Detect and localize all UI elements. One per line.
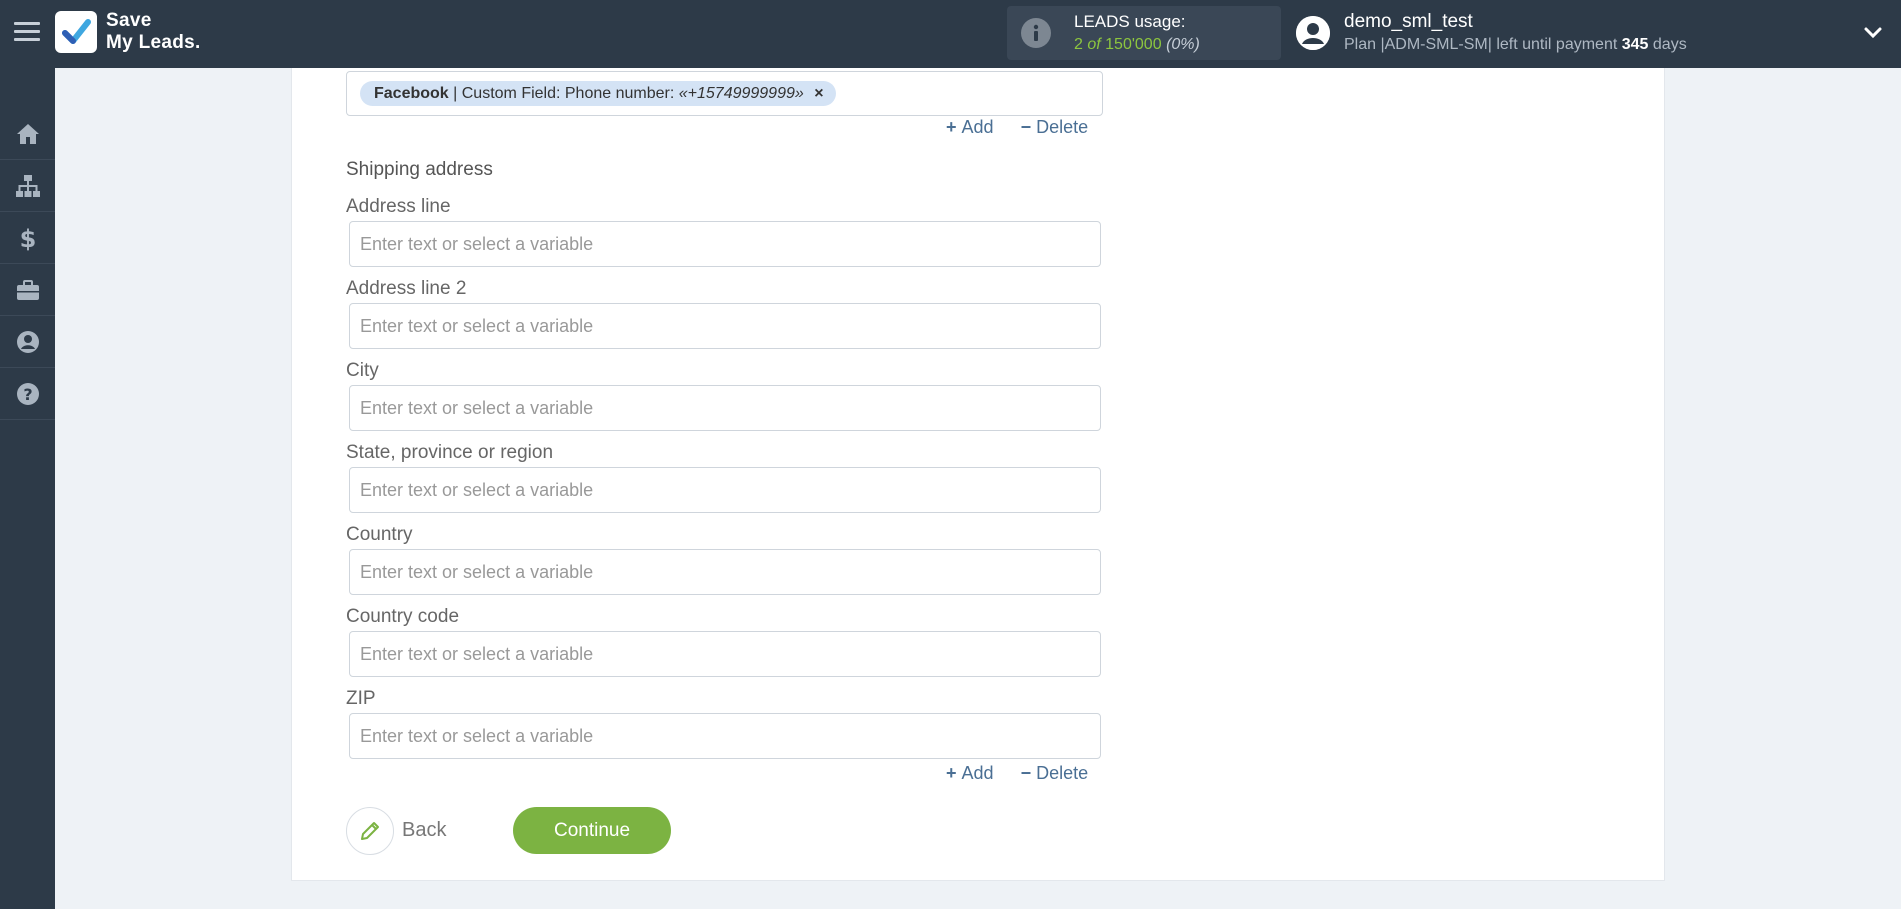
delete-button[interactable]: − Delete [1021,117,1089,137]
shipping-actions: + Add − Delete [946,763,1088,784]
address-line-2-input[interactable] [349,303,1101,349]
plan-prefix: Plan |ADM-SML-SM| left until payment [1344,36,1618,53]
user-name[interactable]: demo_sml_test [1344,11,1473,33]
help-icon: ? [16,382,39,405]
menu-icon[interactable] [14,22,40,44]
phone-field-actions: + Add − Delete [946,117,1088,138]
sidebar-item-projects[interactable] [0,264,55,316]
field-label-address-line: Address line [346,196,451,217]
add-button[interactable]: + Add [946,117,994,137]
usage-percent: (0%) [1166,36,1200,53]
city-input[interactable] [349,385,1101,431]
sidebar-item-home[interactable] [0,108,55,160]
tag-source: Facebook [374,85,449,102]
usage-of: of [1087,36,1101,53]
svg-text:?: ? [23,385,32,404]
plan-days: 345 [1621,36,1649,53]
sidebar-item-connections[interactable] [0,160,55,212]
plus-icon: + [946,117,957,137]
add-label: Add [961,763,994,783]
minus-icon: − [1020,117,1032,137]
add-label: Add [961,117,994,137]
add-button[interactable]: + Add [946,763,994,783]
state-input[interactable] [349,467,1101,513]
country-input[interactable] [349,549,1101,595]
address-line-input[interactable] [349,221,1101,267]
usage-total: 150'000 [1105,36,1162,53]
svg-text:$: $ [19,225,36,251]
minus-icon: − [1020,763,1032,783]
continue-button[interactable]: Continue [513,807,671,854]
dollar-icon: $ [19,225,36,251]
avatar[interactable] [1296,16,1330,50]
user-plan: Plan |ADM-SML-SM| left until payment 345… [1344,36,1687,54]
sidebar-item-help[interactable]: ? [0,368,55,420]
chevron-down-icon[interactable] [1862,24,1884,42]
user-icon [16,330,39,353]
country-code-input[interactable] [349,631,1101,677]
delete-label: Delete [1036,117,1089,137]
sidebar-item-account[interactable] [0,316,55,368]
logo-line-2: My Leads. [106,32,201,53]
field-label-zip: ZIP [346,688,376,709]
logo-line-1: Save [106,10,152,31]
plan-suffix: days [1652,36,1687,53]
top-bar: Save My Leads. LEADS usage: 2 of 150'000… [0,0,1901,68]
zip-input[interactable] [349,713,1101,759]
back-button[interactable] [346,807,394,855]
field-label-country: Country [346,524,413,545]
leads-usage-panel: LEADS usage: 2 of 150'000 (0%) [1007,6,1281,60]
sitemap-icon [15,174,40,197]
pencil-icon [361,822,379,840]
tag-text: | Custom Field: Phone number: [453,85,675,102]
logo-icon[interactable] [55,11,97,53]
back-label[interactable]: Back [402,819,446,842]
tag-remove-icon[interactable]: × [814,85,823,102]
info-icon [1021,18,1051,48]
variable-tag: Facebook | Custom Field: Phone number: «… [360,81,836,106]
briefcase-icon [16,279,39,300]
usage-used: 2 [1074,36,1083,53]
field-label-country-code: Country code [346,606,460,627]
usage-value: 2 of 150'000 (0%) [1074,36,1200,54]
logo-text: Save My Leads. [106,10,201,54]
field-label-address-line-2: Address line 2 [346,278,467,299]
field-label-state: State, province or region [346,442,554,463]
plus-icon: + [946,763,957,783]
sidebar-item-billing[interactable]: $ [0,212,55,264]
field-label-city: City [346,360,379,381]
delete-button[interactable]: − Delete [1021,763,1089,783]
tag-value: «+15749999999» [678,85,804,102]
section-title: Shipping address [346,159,493,180]
sidebar: $ ? [0,68,55,909]
usage-title: LEADS usage: [1074,12,1186,31]
home-icon [16,123,39,144]
phone-field[interactable]: Facebook | Custom Field: Phone number: «… [346,71,1103,116]
delete-label: Delete [1036,763,1089,783]
